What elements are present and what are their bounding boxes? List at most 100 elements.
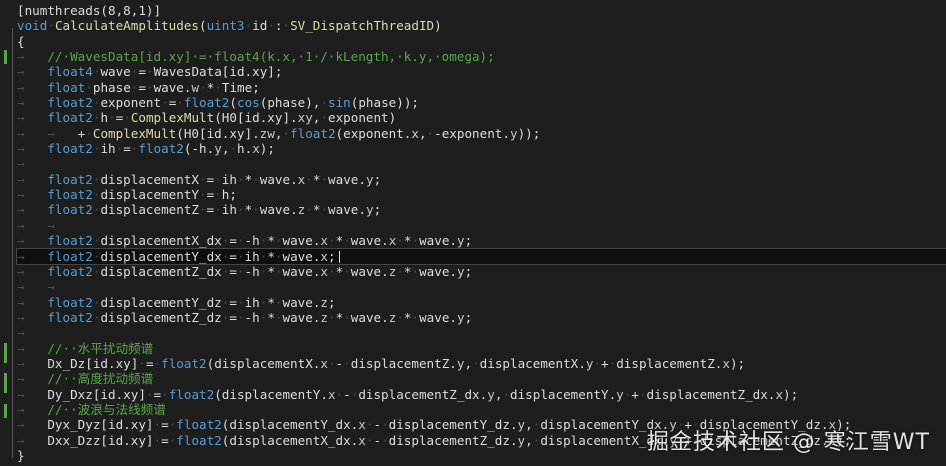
- code-token: float2: [47, 141, 93, 157]
- code-token: ,: [525, 417, 533, 433]
- code-token: ·: [328, 263, 336, 279]
- code-token: ,: [525, 432, 533, 448]
- code-line[interactable]: [numthreads(8,8,1)]: [17, 3, 946, 18]
- code-line[interactable]: → Dy_Dxz[id.xy]·=·float2(displacementY.x…: [17, 387, 946, 402]
- code-line[interactable]: → float2·displacementZ_dz·=·-h·*·wave.z·…: [17, 310, 946, 325]
- code-editor[interactable]: [numthreads(8,8,1)] void·CalculateAmplitu…: [0, 0, 946, 466]
- code-line[interactable]: → →: [17, 218, 946, 233]
- code-token: float2: [161, 355, 207, 371]
- code-line[interactable]: → float2·displacementY_dx·=·ih·*·wave.x;: [16, 247, 946, 265]
- code-token: ));: [517, 125, 541, 141]
- code-token: displacementZ.: [616, 355, 723, 371]
- code-token: →: [17, 79, 48, 95]
- code-token: displacementY_dz: [100, 294, 222, 310]
- code-line[interactable]: {: [17, 34, 946, 49]
- code-token: ·: [274, 248, 283, 264]
- code-line[interactable]: → float2·displacementZ_dx·=·-h·*·wave.x·…: [17, 264, 946, 279]
- code-token: x: [358, 432, 366, 448]
- code-line[interactable]: → float2·displacementX·=·ih·*·wave.x·*·w…: [17, 172, 946, 187]
- code-line[interactable]: → //··水平扰动频谱: [17, 341, 946, 356]
- code-token: (H0[id.xy].: [176, 125, 260, 141]
- code-token: float2: [47, 309, 93, 325]
- change-marker: [4, 50, 7, 64]
- code-line[interactable]: → float2·h·=·ComplexMult(H0[id.xy].xy,·e…: [17, 110, 946, 125]
- code-token: wave.: [282, 248, 321, 264]
- code-token: →: [17, 141, 48, 157]
- code-token: ·: [320, 95, 328, 111]
- code-token: x: [411, 125, 419, 141]
- code-token: displacementZ_dx.: [358, 386, 488, 402]
- code-token: wave.: [259, 202, 298, 218]
- code-token: ·: [153, 355, 162, 371]
- code-token: ·: [153, 417, 162, 433]
- fold-guide: [12, 28, 13, 458]
- code-token: →: [17, 294, 48, 310]
- code-line[interactable]: void·CalculateAmplitudes(uint3·id·:·SV_D…: [17, 18, 946, 33]
- code-token: wave.: [419, 233, 458, 249]
- code-token: displacementZ.: [350, 355, 457, 371]
- code-token: h.: [237, 141, 253, 157]
- code-token: ·: [236, 248, 245, 264]
- code-token: id: [252, 18, 268, 34]
- code-line[interactable]: → float2·displacementX_dx·=·-h·*·wave.x·…: [17, 233, 946, 248]
- code-line[interactable]: → float2·displacementY_dz·=·ih·*·wave.z;: [17, 295, 946, 310]
- change-marker: [4, 373, 7, 393]
- code-token: ·: [199, 202, 207, 218]
- code-token: *: [267, 294, 275, 310]
- code-token: -h: [244, 233, 260, 249]
- code-token: WavesData[id.xy];: [153, 64, 283, 80]
- code-line[interactable]: →: [17, 325, 946, 340]
- code-token: →: [17, 371, 48, 387]
- code-line[interactable]: → →: [17, 279, 946, 294]
- code-token: x: [320, 233, 329, 249]
- code-token: {: [17, 33, 25, 49]
- code-token: displacementZ: [100, 202, 200, 218]
- code-token: ·: [229, 141, 238, 157]
- code-token: ·: [236, 171, 245, 187]
- code-token: [numthreads(8,8,1)]: [17, 3, 162, 18]
- code-line[interactable]: → //··波浪与法线频谱: [17, 402, 946, 417]
- code-token: ·: [153, 432, 162, 448]
- code-token: ih: [221, 202, 237, 218]
- code-line[interactable]: → Dx_Dz[id.xy]·=·float2(displacementX.x·…: [17, 356, 946, 371]
- code-line[interactable]: → float4·wave·=·WavesData[id.xy];: [17, 64, 946, 79]
- code-token: //··波浪与法线频谱: [47, 401, 166, 417]
- code-token: displacementZ_dz.: [388, 432, 518, 448]
- code-line[interactable]: → float·phase·=·wave.w·*·Time;: [17, 80, 946, 95]
- code-token: Time;: [221, 79, 260, 95]
- code-token: y: [517, 417, 526, 433]
- code-line[interactable]: → → +·ComplexMult(H0[id.xy].zw,·float2(e…: [17, 126, 946, 141]
- code-token: wave.: [282, 263, 321, 279]
- code-line[interactable]: → //··高度扰动频谱: [17, 371, 946, 386]
- code-token: displacementX: [100, 171, 200, 187]
- code-token: //··高度扰动频谱: [47, 371, 154, 387]
- code-token: →: [17, 355, 48, 371]
- code-line[interactable]: → float2·displacementY·=·h;: [17, 187, 946, 202]
- code-token: -h: [244, 309, 260, 325]
- code-token: (displacementY_dx.: [221, 417, 359, 433]
- code-token: }: [17, 447, 25, 463]
- code-token: (displacementX_dx.: [221, 432, 359, 448]
- editor-gutter[interactable]: [0, 0, 10, 466]
- code-token: →: [17, 95, 48, 111]
- code-line[interactable]: →: [17, 156, 946, 171]
- code-token: wave.: [419, 309, 458, 325]
- code-token: ·: [343, 263, 351, 279]
- code-line[interactable]: → float2·exponent·=·float2(cos(phase),·s…: [17, 95, 946, 110]
- code-token: ;: [464, 309, 473, 325]
- code-token: =: [153, 386, 162, 402]
- code-line[interactable]: → float2·ih·=·float2(-h.y,·h.x);: [17, 141, 946, 156]
- code-token: zw: [259, 125, 275, 141]
- code-line[interactable]: → float2·displacementZ·=·ih·*·wave.z·*·w…: [17, 202, 946, 217]
- code-token: ·: [320, 171, 329, 187]
- code-lines: [numthreads(8,8,1)] void·CalculateAmplitu…: [16, 3, 946, 463]
- code-token: ·: [176, 95, 184, 111]
- code-token: *: [403, 263, 412, 279]
- code-token: //·WavesData[id.xy]·=·float4(k.x,·1·/·kL…: [47, 49, 495, 65]
- code-token: ·: [214, 171, 222, 187]
- code-token: wave.: [350, 309, 389, 325]
- code-token: ·: [343, 233, 351, 249]
- code-token: exponent): [327, 110, 397, 126]
- code-token: float2: [183, 95, 230, 111]
- code-line[interactable]: → //·WavesData[id.xy]·=·float4(k.x,·1·/·…: [17, 49, 946, 64]
